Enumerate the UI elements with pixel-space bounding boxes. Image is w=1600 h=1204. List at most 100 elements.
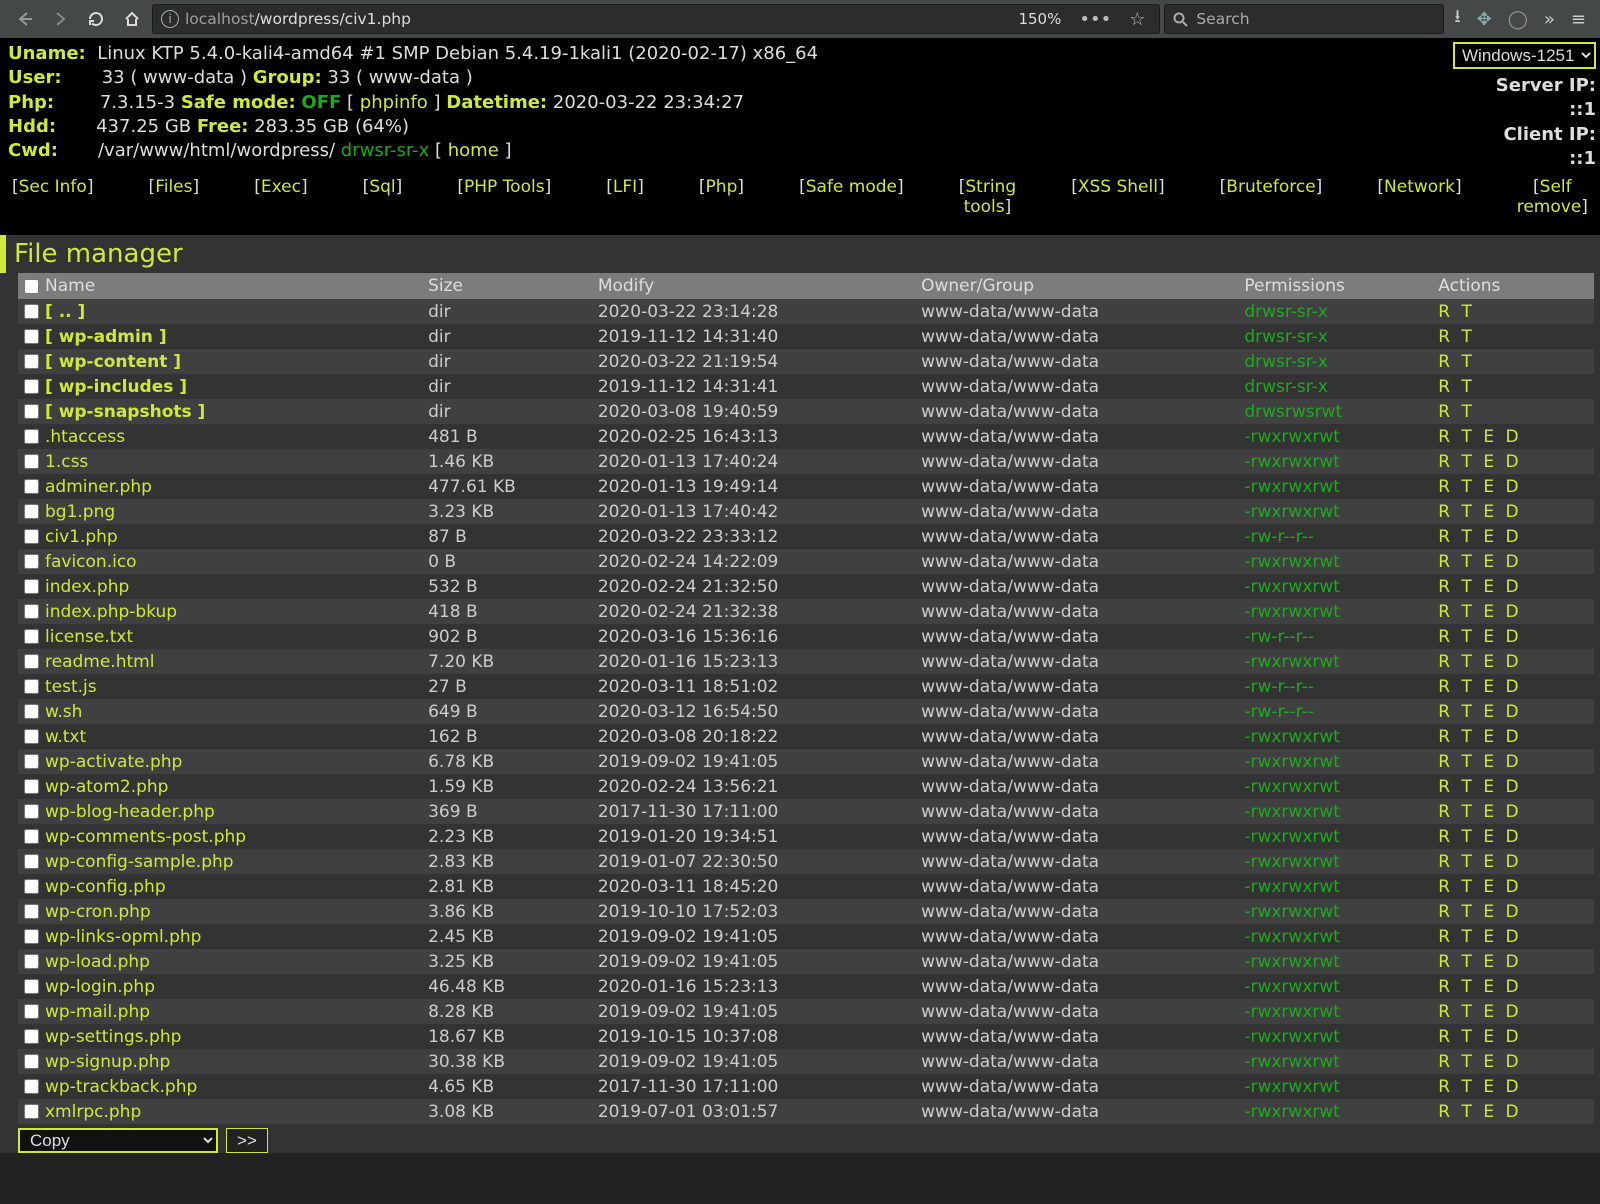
file-perm[interactable]: drwsr-sr-x xyxy=(1238,299,1432,324)
action-R[interactable]: R xyxy=(1438,827,1456,847)
action-D[interactable]: D xyxy=(1505,752,1524,772)
row-checkbox[interactable] xyxy=(24,1029,39,1044)
action-R[interactable]: R xyxy=(1438,327,1456,347)
file-perm[interactable]: -rwxrwxrwt xyxy=(1238,949,1432,974)
file-perm[interactable]: -rwxrwxrwt xyxy=(1238,574,1432,599)
file-link[interactable]: index.php-bkup xyxy=(45,602,177,622)
file-perm[interactable]: -rwxrwxrwt xyxy=(1238,1049,1432,1074)
forward-button[interactable] xyxy=(44,3,76,35)
tab-lfi[interactable]: [LFI] xyxy=(606,177,644,217)
file-perm[interactable]: -rw-r--r-- xyxy=(1238,674,1432,699)
action-T[interactable]: T xyxy=(1462,477,1478,497)
action-R[interactable]: R xyxy=(1438,1102,1456,1122)
col-modify[interactable]: Modify xyxy=(592,273,915,299)
row-checkbox[interactable] xyxy=(24,529,39,544)
action-R[interactable]: R xyxy=(1438,802,1456,822)
action-R[interactable]: R xyxy=(1438,427,1456,447)
row-checkbox[interactable] xyxy=(24,1104,39,1119)
file-perm[interactable]: -rwxrwxrwt xyxy=(1238,799,1432,824)
action-R[interactable]: R xyxy=(1438,452,1456,472)
action-R[interactable]: R xyxy=(1438,652,1456,672)
action-E[interactable]: E xyxy=(1483,527,1500,547)
action-R[interactable]: R xyxy=(1438,1052,1456,1072)
file-link[interactable]: w.sh xyxy=(45,702,82,722)
file-perm[interactable]: -rwxrwxrwt xyxy=(1238,774,1432,799)
action-T[interactable]: T xyxy=(1462,502,1478,522)
action-R[interactable]: R xyxy=(1438,702,1456,722)
file-perm[interactable]: -rwxrwxrwt xyxy=(1238,974,1432,999)
col-name[interactable]: Name xyxy=(18,273,422,299)
row-checkbox[interactable] xyxy=(24,504,39,519)
action-E[interactable]: E xyxy=(1483,552,1500,572)
action-R[interactable]: R xyxy=(1438,927,1456,947)
action-E[interactable]: E xyxy=(1483,1052,1500,1072)
file-perm[interactable]: -rwxrwxrwt xyxy=(1238,449,1432,474)
tab-string-tools[interactable]: [Stringtools] xyxy=(959,177,1016,217)
row-checkbox[interactable] xyxy=(24,704,39,719)
action-R[interactable]: R xyxy=(1438,852,1456,872)
action-T[interactable]: T xyxy=(1462,602,1478,622)
action-T[interactable]: T xyxy=(1462,352,1478,372)
file-perm[interactable]: drwsr-sr-x xyxy=(1238,374,1432,399)
row-checkbox[interactable] xyxy=(24,454,39,469)
row-checkbox[interactable] xyxy=(24,1079,39,1094)
action-T[interactable]: T xyxy=(1462,977,1478,997)
action-T[interactable]: T xyxy=(1462,702,1478,722)
file-link[interactable]: xmlrpc.php xyxy=(45,1102,141,1122)
file-link[interactable]: [ wp-content ] xyxy=(45,352,181,372)
file-perm[interactable]: -rwxrwxrwt xyxy=(1238,549,1432,574)
file-link[interactable]: w.txt xyxy=(45,727,86,747)
reload-button[interactable] xyxy=(80,3,112,35)
action-E[interactable]: E xyxy=(1483,877,1500,897)
action-E[interactable]: E xyxy=(1483,427,1500,447)
action-T[interactable]: T xyxy=(1462,427,1478,447)
file-link[interactable]: adminer.php xyxy=(45,477,152,497)
action-E[interactable]: E xyxy=(1483,727,1500,747)
action-D[interactable]: D xyxy=(1505,777,1524,797)
action-R[interactable]: R xyxy=(1438,1077,1456,1097)
row-checkbox[interactable] xyxy=(24,654,39,669)
action-D[interactable]: D xyxy=(1505,977,1524,997)
col-size[interactable]: Size xyxy=(422,273,592,299)
back-button[interactable] xyxy=(8,3,40,35)
action-T[interactable]: T xyxy=(1462,877,1478,897)
extension1-icon[interactable]: ✥ xyxy=(1471,9,1498,30)
file-link[interactable]: test.js xyxy=(45,677,97,697)
action-E[interactable]: E xyxy=(1483,777,1500,797)
file-link[interactable]: wp-comments-post.php xyxy=(45,827,246,847)
row-checkbox[interactable] xyxy=(24,754,39,769)
row-checkbox[interactable] xyxy=(24,479,39,494)
action-T[interactable]: T xyxy=(1462,952,1478,972)
file-link[interactable]: wp-trackback.php xyxy=(45,1077,197,1097)
action-T[interactable]: T xyxy=(1462,1027,1478,1047)
action-T[interactable]: T xyxy=(1462,677,1478,697)
action-D[interactable]: D xyxy=(1505,577,1524,597)
action-R[interactable]: R xyxy=(1438,677,1456,697)
action-D[interactable]: D xyxy=(1505,927,1524,947)
action-R[interactable]: R xyxy=(1438,527,1456,547)
file-link[interactable]: civ1.php xyxy=(45,527,118,547)
file-perm[interactable]: -rwxrwxrwt xyxy=(1238,424,1432,449)
file-link[interactable]: wp-signup.php xyxy=(45,1052,170,1072)
row-checkbox[interactable] xyxy=(24,379,39,394)
action-T[interactable]: T xyxy=(1462,802,1478,822)
file-perm[interactable]: -rwxrwxrwt xyxy=(1238,899,1432,924)
file-link[interactable]: wp-activate.php xyxy=(45,752,182,772)
action-D[interactable]: D xyxy=(1505,602,1524,622)
action-T[interactable]: T xyxy=(1462,527,1478,547)
row-checkbox[interactable] xyxy=(24,604,39,619)
file-perm[interactable]: drwsrwsrwt xyxy=(1238,399,1432,424)
action-R[interactable]: R xyxy=(1438,552,1456,572)
file-link[interactable]: [ wp-snapshots ] xyxy=(45,402,205,422)
action-T[interactable]: T xyxy=(1462,827,1478,847)
action-D[interactable]: D xyxy=(1505,852,1524,872)
action-D[interactable]: D xyxy=(1505,727,1524,747)
file-perm[interactable]: -rwxrwxrwt xyxy=(1238,924,1432,949)
action-T[interactable]: T xyxy=(1462,327,1478,347)
action-D[interactable]: D xyxy=(1505,527,1524,547)
action-D[interactable]: D xyxy=(1505,702,1524,722)
file-perm[interactable]: -rwxrwxrwt xyxy=(1238,824,1432,849)
action-D[interactable]: D xyxy=(1505,452,1524,472)
file-link[interactable]: wp-config.php xyxy=(45,877,166,897)
row-checkbox[interactable] xyxy=(24,954,39,969)
